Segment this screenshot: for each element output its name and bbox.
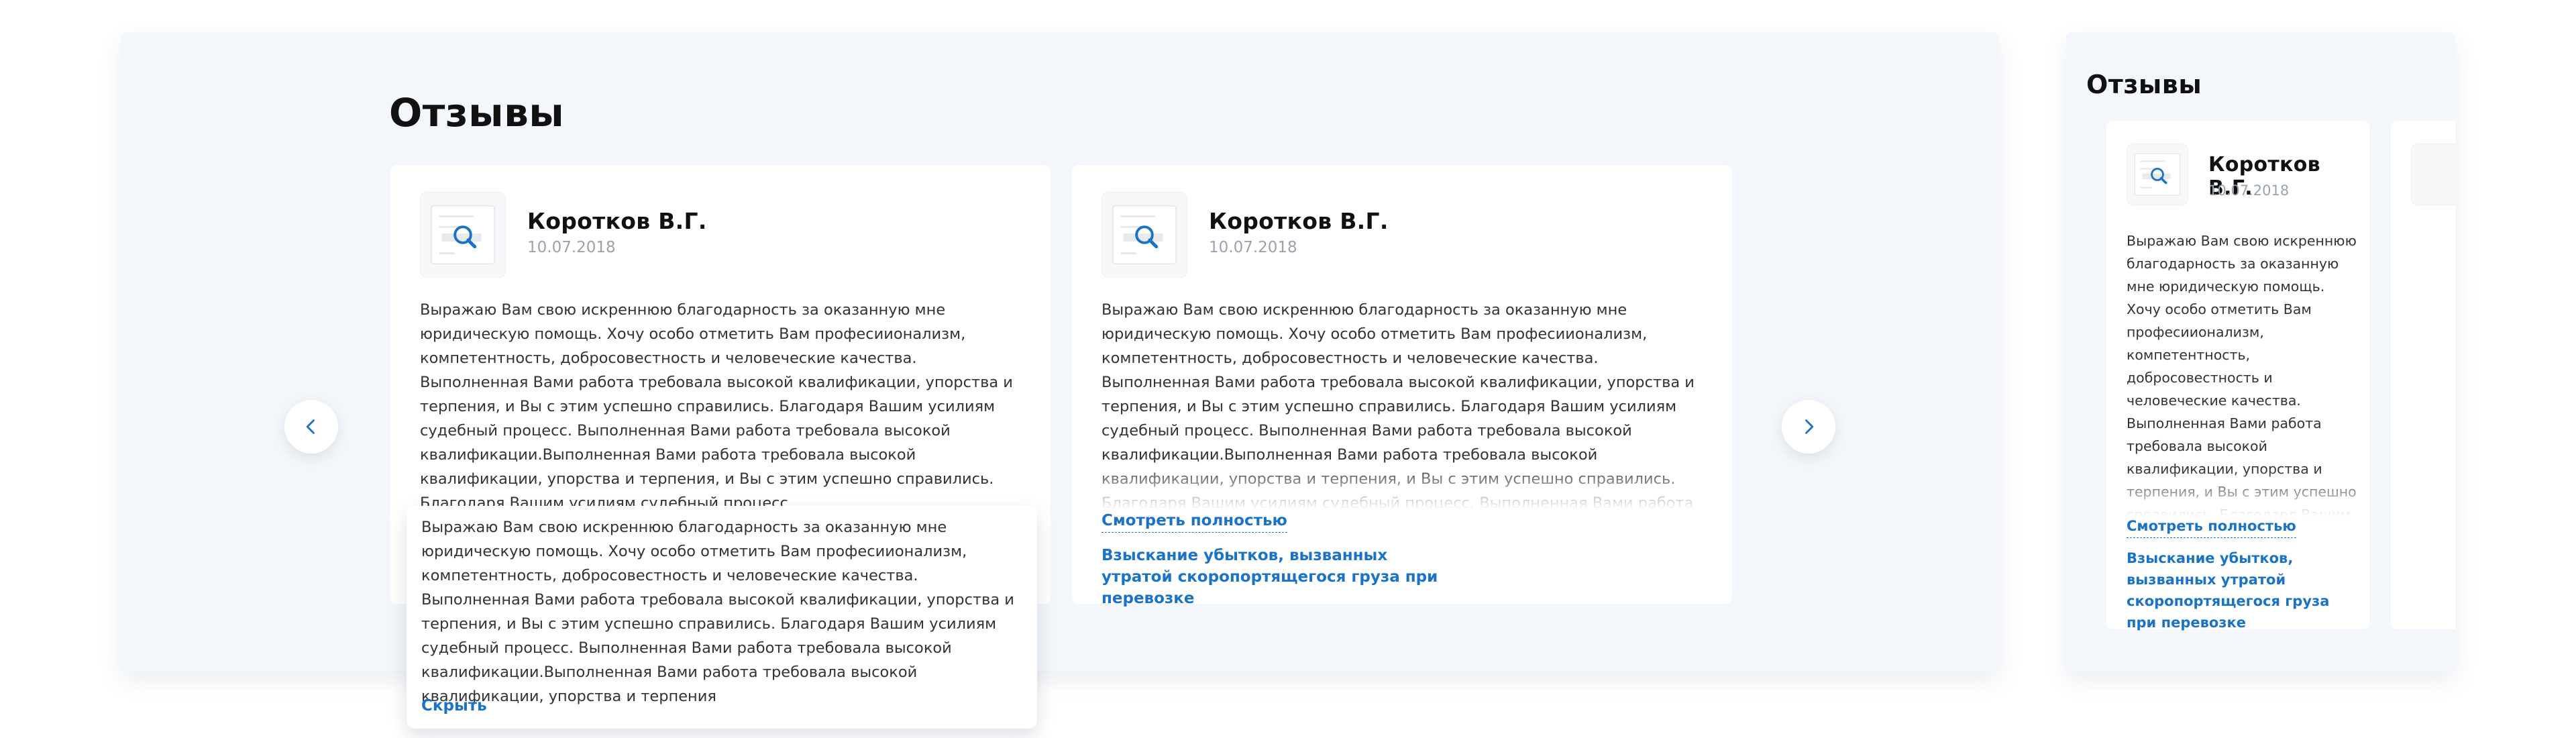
review-date: 10.07.2018	[527, 239, 616, 256]
review-expanded-popover: Выражаю Вам свою искреннюю благодарность…	[407, 506, 1037, 729]
review-text-clip: Выражаю Вам свою искреннюю благодарность…	[1102, 298, 1705, 510]
review-author: Коротков В.Г.	[1209, 208, 1389, 234]
document-thumbnail-icon	[2127, 144, 2188, 205]
section-title: Отзывы	[2086, 70, 2202, 99]
review-text-clip: Выражаю Вам свою искреннюю благодарность…	[2127, 229, 2359, 517]
document-thumbnail-icon	[1102, 192, 1187, 278]
review-author: Коротков В.Г.	[527, 208, 707, 234]
document-thumbnail-icon	[420, 192, 506, 278]
next-review-card-peek[interactable]	[2391, 121, 2455, 629]
carousel-prev-button[interactable]	[284, 400, 338, 454]
expand-review-link[interactable]: Смотреть полностью	[2127, 515, 2296, 538]
document-thumbnail-icon	[2411, 144, 2455, 205]
case-link[interactable]: Взыскание убытков, вызванных утратой ско…	[1102, 545, 1450, 609]
carousel-next-button[interactable]	[1782, 400, 1835, 454]
review-card: Коротков В.Г. 10.07.2018 Выражаю Вам сво…	[1072, 165, 1732, 607]
review-date: 10.07.2018	[1209, 239, 1297, 256]
review-card: Коротков В.Г. 10.07.2018 Выражаю Вам сво…	[2106, 121, 2369, 631]
collapse-link[interactable]: Скрыть	[421, 695, 487, 717]
review-text: Выражаю Вам свою искреннюю благодарность…	[1102, 301, 1695, 510]
chevron-left-icon	[306, 419, 315, 434]
reviews-section-desktop: Отзывы Коротков В.Г. 10.07.2018 Выражаю …	[121, 32, 1999, 729]
review-text: Выражаю Вам свою искреннюю благодарность…	[420, 301, 1013, 512]
review-full-text: Выражаю Вам свою искреннюю благодарность…	[421, 519, 1014, 705]
review-date: 10.07.2018	[2208, 182, 2290, 199]
reviews-section-mobile: Отзывы Коротков В.Г. 10.07.2018 Выражаю …	[2066, 32, 2455, 671]
chevron-right-icon	[1805, 419, 1814, 434]
expand-review-link[interactable]: Смотреть полностью	[1102, 510, 1287, 533]
review-text: Выражаю Вам свою искреннюю благодарность…	[2127, 233, 2357, 517]
case-link[interactable]: Взыскание убытков, вызванных утратой ско…	[2127, 547, 2359, 633]
section-title: Отзывы	[389, 90, 565, 136]
